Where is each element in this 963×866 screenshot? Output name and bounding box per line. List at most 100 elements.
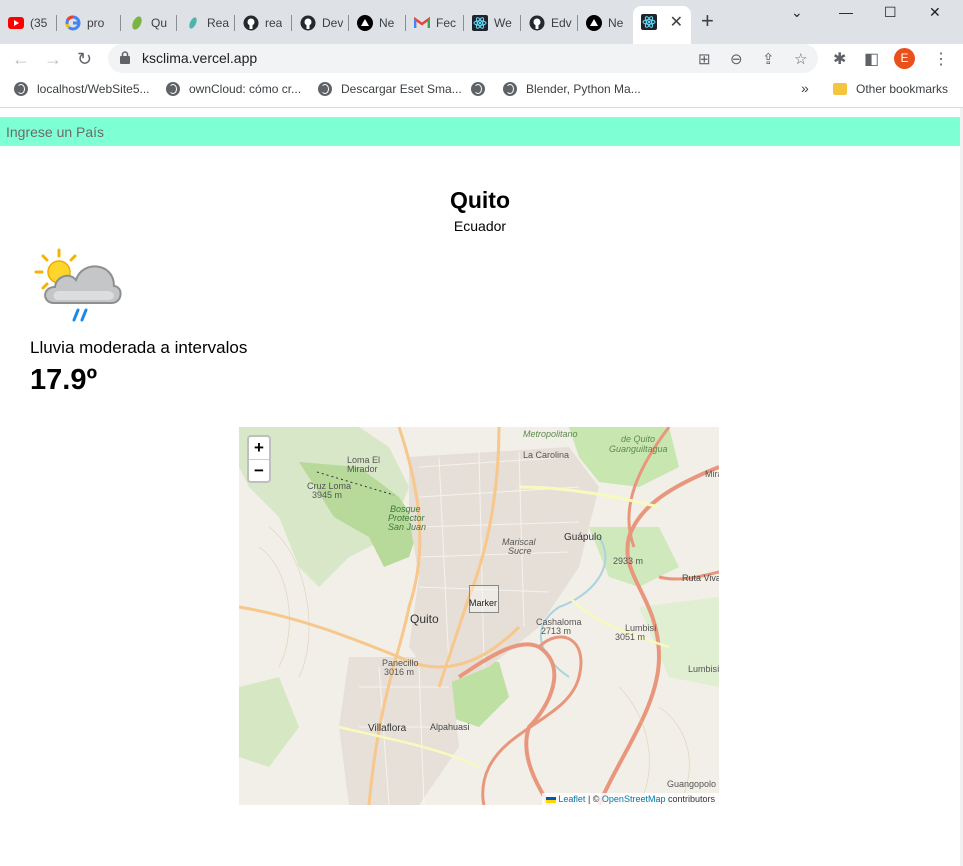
tab-title: Ne xyxy=(608,16,624,30)
map-label: San Juan xyxy=(388,522,427,532)
bookmark-label: Blender, Python Ma... xyxy=(526,82,641,96)
maximize-button[interactable]: ☐ xyxy=(884,4,897,21)
forward-arrow-icon[interactable]: → xyxy=(44,48,62,70)
bookmark-localhost[interactable]: localhost/WebSite5... xyxy=(14,82,150,96)
tab-title: pro xyxy=(87,16,105,30)
gmail-icon xyxy=(414,15,430,31)
map-label: 3945 m xyxy=(312,490,343,500)
tab-github-3[interactable]: Edv xyxy=(521,8,578,38)
globe-icon xyxy=(318,82,332,96)
city-name: Quito xyxy=(449,187,511,213)
tab-active-ksclima[interactable]: ✕ xyxy=(633,6,691,44)
map-label: Guápulo xyxy=(564,532,602,543)
vercel-icon xyxy=(586,15,602,31)
map-attribution: Leaflet | © OpenStreetMap contributors xyxy=(541,793,719,805)
map-label: Guanguiltagua xyxy=(609,444,668,454)
tab-search-button[interactable]: ⌄ xyxy=(791,4,803,21)
map-label: 2713 m xyxy=(541,626,572,636)
map-label: Mira xyxy=(705,469,719,479)
map-label: 2933 m xyxy=(613,556,644,566)
google-icon xyxy=(65,15,81,31)
more-menu-icon[interactable]: ⋮ xyxy=(933,49,949,69)
map-label: 3016 m xyxy=(384,667,415,677)
openstreetmap-link[interactable]: OpenStreetMap xyxy=(602,794,666,804)
map-label: 3051 m xyxy=(615,632,646,642)
tab-react-1[interactable]: We xyxy=(464,8,521,38)
sun-cloud-rain-icon xyxy=(32,246,122,328)
extensions-icon[interactable]: ✱ xyxy=(833,49,846,69)
github-icon xyxy=(243,15,259,31)
zoom-in-button[interactable]: + xyxy=(249,437,269,459)
react-icon xyxy=(641,14,657,30)
weather-condition: Lluvia moderada a intervalos xyxy=(30,338,248,357)
tab-leaf-1[interactable]: Qu xyxy=(121,8,177,38)
leaflet-link[interactable]: Leaflet xyxy=(558,794,585,804)
globe-icon xyxy=(471,82,485,96)
tab-github-2[interactable]: Dev xyxy=(292,8,349,38)
tab-google[interactable]: pro xyxy=(57,8,121,38)
map-label: La Carolina xyxy=(523,450,570,460)
vercel-icon xyxy=(357,15,373,31)
bookmarks-bar: localhost/WebSite5... ownCloud: cómo cr.… xyxy=(0,74,963,108)
close-tab-icon[interactable]: ✕ xyxy=(670,15,683,31)
tab-vercel-1[interactable]: Ne xyxy=(349,8,406,38)
bookmark-unnamed[interactable] xyxy=(471,82,494,96)
bookmark-eset[interactable]: Descargar Eset Sma... xyxy=(318,82,462,96)
bookmark-label: Descargar Eset Sma... xyxy=(341,82,462,96)
tab-leaf-2[interactable]: Rea xyxy=(177,8,235,38)
github-icon xyxy=(529,15,545,31)
map-label: Quito xyxy=(410,612,439,626)
reload-icon[interactable]: ↻ xyxy=(77,48,92,70)
map-label: Villaflora xyxy=(368,723,407,734)
tab-title: Edv xyxy=(551,16,572,30)
zoom-icon[interactable]: ⊖ xyxy=(730,50,743,68)
tab-github-1[interactable]: rea xyxy=(235,8,292,38)
tab-gmail[interactable]: Fec xyxy=(406,8,464,38)
react-icon xyxy=(472,15,488,31)
globe-icon xyxy=(166,82,180,96)
star-icon[interactable]: ☆ xyxy=(794,50,807,68)
browser-toolbar: ← → ↻ ksclima.vercel.app ⊞ ⊖ ⇪ ☆ ✱ ◧ E ⋮ xyxy=(0,44,963,74)
tab-title: rea xyxy=(265,16,283,30)
bookmark-blender[interactable]: Blender, Python Ma... xyxy=(503,82,641,96)
zoom-out-button[interactable]: − xyxy=(249,459,269,481)
bookmark-label: ownCloud: cómo cr... xyxy=(189,82,302,96)
github-icon xyxy=(300,15,316,31)
tab-title: We xyxy=(494,16,512,30)
tab-title: Ne xyxy=(379,16,395,30)
tab-title: Qu xyxy=(151,16,168,30)
ukraine-flag-icon xyxy=(545,796,556,803)
side-panel-icon[interactable]: ◧ xyxy=(864,49,879,69)
map-label: Ruta Viva xyxy=(682,573,719,583)
temperature: 17.9º xyxy=(30,364,98,396)
tab-title: Rea xyxy=(207,16,230,30)
tab-strip: (35 pro Qu Rea rea Dev Ne Fec We Edv Ne xyxy=(0,0,963,44)
map-label: Guangopolo xyxy=(667,779,717,789)
globe-icon xyxy=(503,82,517,96)
zoom-control: + − xyxy=(247,435,271,483)
tab-vercel-2[interactable]: Ne xyxy=(578,8,633,38)
other-bookmarks-label: Other bookmarks xyxy=(856,82,949,96)
folder-icon xyxy=(833,83,847,95)
bookmarks-overflow-button[interactable]: » xyxy=(801,80,809,96)
new-tab-button[interactable]: + xyxy=(701,10,714,32)
address-bar[interactable]: ksclima.vercel.app ⊞ ⊖ ⇪ ☆ xyxy=(108,44,818,73)
tab-youtube[interactable]: (35 xyxy=(0,8,57,38)
bookmark-owncloud[interactable]: ownCloud: cómo cr... xyxy=(166,82,301,96)
country-search-input[interactable] xyxy=(0,117,960,146)
map-label: Lumbisí xyxy=(688,664,719,674)
map-label: Alpahuasi xyxy=(430,722,470,732)
other-bookmarks[interactable]: Other bookmarks xyxy=(833,82,948,96)
map[interactable]: Metropolitano de Quito Guanguiltagua La … xyxy=(239,427,719,805)
back-arrow-icon[interactable]: ← xyxy=(12,48,30,70)
globe-icon xyxy=(14,82,28,96)
youtube-icon xyxy=(8,15,24,31)
attribution-separator: | © xyxy=(585,794,602,804)
close-window-button[interactable]: ✕ xyxy=(929,4,941,21)
attribution-contributors: contributors xyxy=(665,794,715,804)
share-icon[interactable]: ⇪ xyxy=(762,50,775,68)
country-name: Ecuador xyxy=(453,218,507,234)
profile-avatar[interactable]: E xyxy=(894,48,915,69)
translate-icon[interactable]: ⊞ xyxy=(698,50,711,68)
minimize-button[interactable]: — xyxy=(839,4,853,20)
